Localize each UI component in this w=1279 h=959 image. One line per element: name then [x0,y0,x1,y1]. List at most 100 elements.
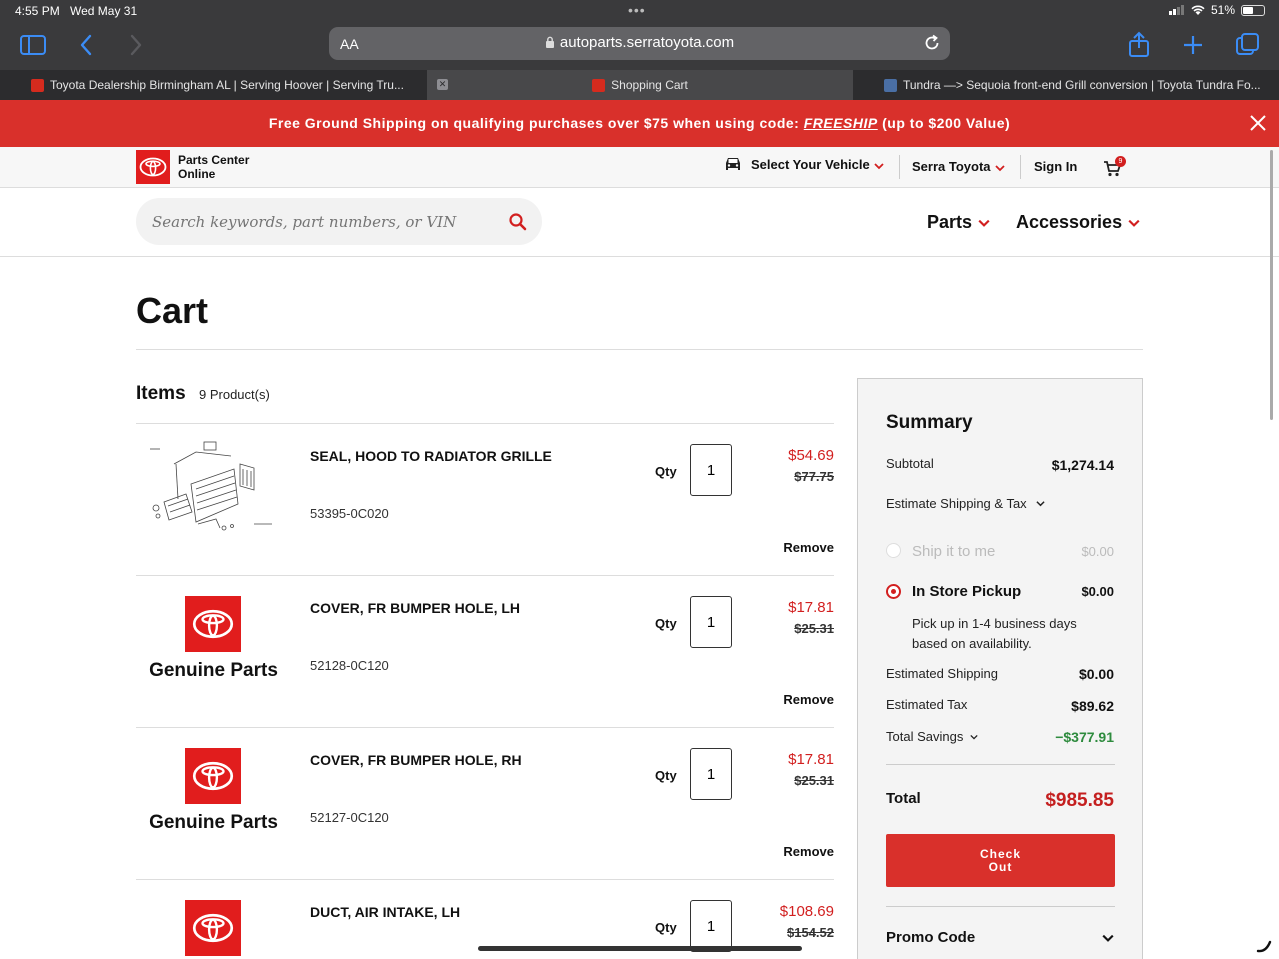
toyota-logo-icon[interactable] [185,900,241,956]
wifi-icon [1191,5,1205,15]
new-tab-icon[interactable] [1178,30,1208,60]
qty-label: Qty [655,768,677,783]
ship-to-me-radio[interactable] [886,543,901,558]
remove-button[interactable]: Remove [783,844,834,859]
est-shipping-label: Estimated Shipping [886,666,999,681]
search-nav-bar: Parts Accessories [0,188,1279,257]
order-summary-panel: Summary Subtotal $1,274.14 Estimate Ship… [857,378,1143,959]
tab-bar: Toyota Dealership Birmingham AL | Servin… [0,70,1279,100]
promo-banner: Free Ground Shipping on qualifying purch… [0,100,1279,147]
product-name[interactable]: COVER, FR BUMPER HOLE, LH [310,600,520,616]
divider [886,764,1115,765]
back-icon[interactable] [72,30,102,60]
sale-price: $17.81 [788,751,834,768]
remove-button[interactable]: Remove [783,540,834,555]
tabs-overview-icon[interactable] [1233,30,1263,60]
page-title: Cart [136,290,209,331]
quantity-input[interactable] [690,748,732,800]
remove-button[interactable]: Remove [783,692,834,707]
status-date: Wed May 31 [70,4,138,18]
qty-label: Qty [655,464,677,479]
total-savings-toggle[interactable]: Total Savings [886,729,978,744]
promo-text: Free Ground Shipping on qualifying purch… [268,115,804,131]
nav-accessories[interactable]: Accessories [1016,212,1140,233]
estimate-shipping-toggle[interactable]: Estimate Shipping & Tax [886,496,1045,511]
sale-price: $108.69 [779,903,834,920]
total-value: $985.85 [1045,790,1114,811]
sidebar-icon[interactable] [18,30,48,60]
chevron-down-icon[interactable] [1102,932,1114,944]
page-scrollbar[interactable] [1270,150,1273,420]
promo-code[interactable]: FREESHIP [804,115,878,131]
cart-button[interactable]: 9 [1103,156,1129,180]
items-count: 9 Product(s) [199,387,270,402]
in-store-pickup-label: In Store Pickup [912,583,1022,600]
quantity-input[interactable] [690,596,732,648]
product-name[interactable]: SEAL, HOOD TO RADIATOR GRILLE [310,448,552,464]
nav-parts[interactable]: Parts [927,212,990,233]
est-shipping-value: $0.00 [1078,666,1114,682]
genuine-parts-label: Genuine Parts [149,812,278,833]
promo-text-after: (up to $200 Value) [877,115,1011,131]
forward-icon[interactable] [120,30,150,60]
close-tab-icon[interactable]: ✕ [437,79,448,90]
toyota-favicon-icon [592,78,606,92]
share-icon[interactable] [1124,30,1154,60]
chevron-down-icon [1128,220,1140,228]
product-name[interactable]: DUCT, AIR INTAKE, LH [310,904,460,920]
toyota-favicon-icon [31,79,44,92]
part-diagram-image[interactable] [136,424,291,554]
pencil-tip-icon [1256,940,1272,953]
part-number: 53395-0C020 [310,506,389,521]
chevron-down-icon [1036,501,1045,507]
toyota-logo-icon[interactable] [185,748,241,804]
home-indicator[interactable] [478,946,802,951]
select-vehicle-button[interactable]: Select Your Vehicle [723,156,884,172]
quantity-input[interactable] [690,900,732,952]
toyota-logo-icon[interactable] [185,596,241,652]
dealer-selector[interactable]: Serra Toyota [912,159,1005,174]
total-label: Total [886,790,921,807]
in-store-pickup-value: $0.00 [1081,584,1114,599]
cart-item-row: Genuine Parts COVER, FR BUMPER HOLE, RH … [136,727,834,879]
in-store-pickup-radio[interactable] [886,584,901,599]
qty-label: Qty [655,920,677,935]
items-heading: Items [136,383,186,404]
promo-code-toggle[interactable]: Promo Code [886,929,975,946]
sign-in-link[interactable]: Sign In [1034,159,1077,174]
quantity-input[interactable] [690,444,732,496]
part-number: 52127-0C120 [310,810,389,825]
battery-level [1243,6,1253,14]
toyota-logo-icon[interactable] [136,150,170,184]
product-name[interactable]: COVER, FR BUMPER HOLE, RH [310,752,522,768]
close-banner-icon[interactable] [1247,112,1269,134]
logo-wordmark[interactable]: Parts Center Online [178,153,249,181]
part-number: 52128-0C120 [310,658,389,673]
reload-icon[interactable] [922,33,942,53]
summary-title: Summary [886,412,973,433]
tab-title: Toyota Dealership Birmingham AL | Servin… [50,78,404,92]
chevron-down-icon [970,734,978,740]
checkout-button[interactable]: Check Out [886,834,1115,887]
search-input[interactable] [136,198,542,245]
original-price: $25.31 [794,773,834,788]
tab-dealership[interactable]: Toyota Dealership Birmingham AL | Servin… [0,70,427,100]
chevron-down-icon [978,220,990,228]
browser-toolbar: AA autoparts.serratoyota.com [0,22,1279,70]
battery-percent: 51% [1210,3,1235,17]
tab-tundra-forum[interactable]: Tundra —> Sequoia front-end Grill conver… [853,70,1279,100]
search-icon[interactable] [508,212,528,232]
est-tax-value: $89.62 [1071,698,1114,714]
lock-icon [545,36,554,48]
ship-to-me-value: $0.00 [1081,544,1114,559]
sale-price: $54.69 [788,447,834,464]
divider [899,155,900,179]
multitasking-dots-icon[interactable]: ••• [628,2,646,18]
cart-item-row: Genuine Parts COVER, FR BUMPER HOLE, LH … [136,575,834,727]
tab-shopping-cart[interactable]: ✕ Shopping Cart [427,70,853,100]
car-icon [726,158,740,170]
est-tax-label: Estimated Tax [886,697,968,712]
total-savings-value: −$377.91 [1055,729,1114,745]
original-price: $25.31 [794,621,834,636]
address-bar[interactable]: AA autoparts.serratoyota.com [329,27,950,60]
